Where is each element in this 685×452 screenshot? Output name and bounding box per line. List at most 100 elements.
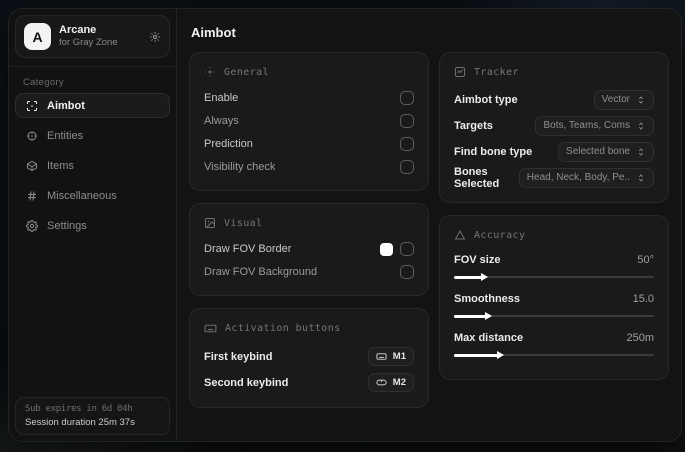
keyboard-icon xyxy=(376,351,387,362)
dropdown-value: Vector xyxy=(601,94,630,105)
slider-label: Max distance xyxy=(454,332,524,344)
sub-expiry-text: Sub expires in 6d 04h xyxy=(25,404,133,414)
setting-label: Bones Selected xyxy=(454,165,500,190)
enable-checkbox[interactable] xyxy=(400,91,414,105)
package-icon xyxy=(25,160,38,172)
keybind-value: M2 xyxy=(392,377,406,388)
page-title: Aimbot xyxy=(191,25,236,40)
smoothness-slider[interactable] xyxy=(454,311,654,321)
fov-border-color-swatch[interactable] xyxy=(380,242,393,256)
setting-row: Visibility check xyxy=(204,156,414,178)
setting-label: Draw FOV Background xyxy=(204,266,318,278)
setting-row: Find bone type Selected bone xyxy=(454,139,654,164)
second-keybind-button[interactable]: M2 xyxy=(367,373,414,392)
dropdown-value: Head, Neck, Body, Pe.. xyxy=(526,172,630,183)
draw-fov-background-checkbox[interactable] xyxy=(400,265,414,279)
gear-icon[interactable] xyxy=(149,31,161,43)
expand-icon xyxy=(636,147,646,157)
section-title: Accuracy xyxy=(474,229,526,241)
first-keybind-button[interactable]: M1 xyxy=(367,347,414,366)
radar-icon xyxy=(25,130,38,142)
setting-row: Draw FOV Border xyxy=(204,238,414,260)
activity-chart-icon xyxy=(454,66,466,78)
slider-fill xyxy=(454,311,492,320)
dropdown-value: Selected bone xyxy=(566,146,630,157)
slider-label: FOV size xyxy=(454,254,501,266)
setting-label: Second keybind xyxy=(204,376,289,389)
targets-dropdown[interactable]: Bots, Teams, Coms xyxy=(535,115,654,136)
sidebar-item-aimbot[interactable]: Aimbot xyxy=(15,93,170,118)
setting-row: Prediction xyxy=(204,133,414,155)
setting-label: Visibility check xyxy=(204,161,276,173)
activation-card: Activation buttons First keybind M1 Seco… xyxy=(189,308,429,408)
accuracy-card: Accuracy FOV size 50° Smoothness 15.0 Ma… xyxy=(439,215,669,380)
sidebar-item-label: Settings xyxy=(47,219,87,232)
setting-row: Always xyxy=(204,110,414,132)
setting-label: Prediction xyxy=(204,138,253,150)
setting-row: Second keybind M2 xyxy=(204,370,414,395)
dropdown-value: Bots, Teams, Coms xyxy=(543,120,630,131)
setting-label: First keybind xyxy=(204,350,273,363)
setting-label: Aimbot type xyxy=(454,93,518,106)
section-title: Tracker xyxy=(474,66,519,78)
sidebar: A Arcane for Gray Zone Category Aimbot E… xyxy=(9,9,177,441)
keyboard-icon xyxy=(204,322,217,335)
sidebar-item-miscellaneous[interactable]: Miscellaneous xyxy=(15,183,170,208)
slider-block: FOV size 50° xyxy=(454,250,654,282)
slider-value: 15.0 xyxy=(632,293,654,305)
setting-row: Draw FOV Background xyxy=(204,261,414,283)
cheat-menu-window: A Arcane for Gray Zone Category Aimbot E… xyxy=(8,8,682,442)
slider-fill xyxy=(454,272,488,281)
crosshair-icon xyxy=(25,100,38,112)
section-title: General xyxy=(224,66,269,78)
sidebar-item-settings[interactable]: Settings xyxy=(15,213,170,238)
section-title: Visual xyxy=(224,217,263,229)
setting-label: Draw FOV Border xyxy=(204,243,292,255)
general-card: General Enable Always Prediction Visibil… xyxy=(189,52,429,191)
slider-block: Max distance 250m xyxy=(454,328,654,360)
sidebar-nav: Aimbot Entities Items Miscellaneous Sett… xyxy=(9,93,176,238)
bones-selected-dropdown[interactable]: Head, Neck, Body, Pe.. xyxy=(518,167,654,188)
hash-icon xyxy=(25,190,38,202)
setting-label: Always xyxy=(204,115,239,127)
expand-icon xyxy=(636,173,646,183)
setting-row: Targets Bots, Teams, Coms xyxy=(454,113,654,138)
expand-icon xyxy=(636,121,646,131)
sidebar-item-label: Entities xyxy=(47,129,84,142)
main-content: Aimbot General Enable Always Prediction … xyxy=(177,9,681,441)
aimbot-type-dropdown[interactable]: Vector xyxy=(593,89,654,110)
category-label: Category xyxy=(23,77,64,88)
settings-gear-icon xyxy=(25,219,38,232)
draw-fov-border-checkbox[interactable] xyxy=(400,242,414,256)
visibility-check-checkbox[interactable] xyxy=(400,160,414,174)
prediction-checkbox[interactable] xyxy=(400,137,414,151)
brand-card: A Arcane for Gray Zone xyxy=(15,15,170,58)
sidebar-item-label: Aimbot xyxy=(47,99,85,112)
sidebar-item-entities[interactable]: Entities xyxy=(15,123,170,148)
expand-icon xyxy=(636,95,646,105)
setting-label: Find bone type xyxy=(454,145,533,158)
section-title: Activation buttons xyxy=(225,323,341,334)
setting-row: Enable xyxy=(204,87,414,109)
divider xyxy=(9,66,176,67)
mouse-icon xyxy=(376,377,387,388)
slider-block: Smoothness 15.0 xyxy=(454,289,654,321)
setting-row: First keybind M1 xyxy=(204,344,414,369)
tracker-card: Tracker Aimbot type Vector Targets Bots,… xyxy=(439,52,669,203)
max-distance-slider[interactable] xyxy=(454,350,654,360)
find-bone-type-dropdown[interactable]: Selected bone xyxy=(558,141,654,162)
triangle-icon xyxy=(454,229,466,241)
setting-label: Targets xyxy=(454,119,493,132)
app-subtitle: for Gray Zone xyxy=(59,37,118,49)
setting-row: Bones Selected Head, Neck, Body, Pe.. xyxy=(454,165,654,190)
keybind-value: M1 xyxy=(392,351,406,362)
slider-fill xyxy=(454,350,504,359)
fov-size-slider[interactable] xyxy=(454,272,654,282)
sidebar-item-items[interactable]: Items xyxy=(15,153,170,178)
always-checkbox[interactable] xyxy=(400,114,414,128)
slider-value: 50° xyxy=(637,254,654,266)
setting-label: Enable xyxy=(204,92,239,104)
slider-label: Smoothness xyxy=(454,293,521,305)
slider-value: 250m xyxy=(626,332,654,344)
app-name: Arcane xyxy=(59,23,97,36)
